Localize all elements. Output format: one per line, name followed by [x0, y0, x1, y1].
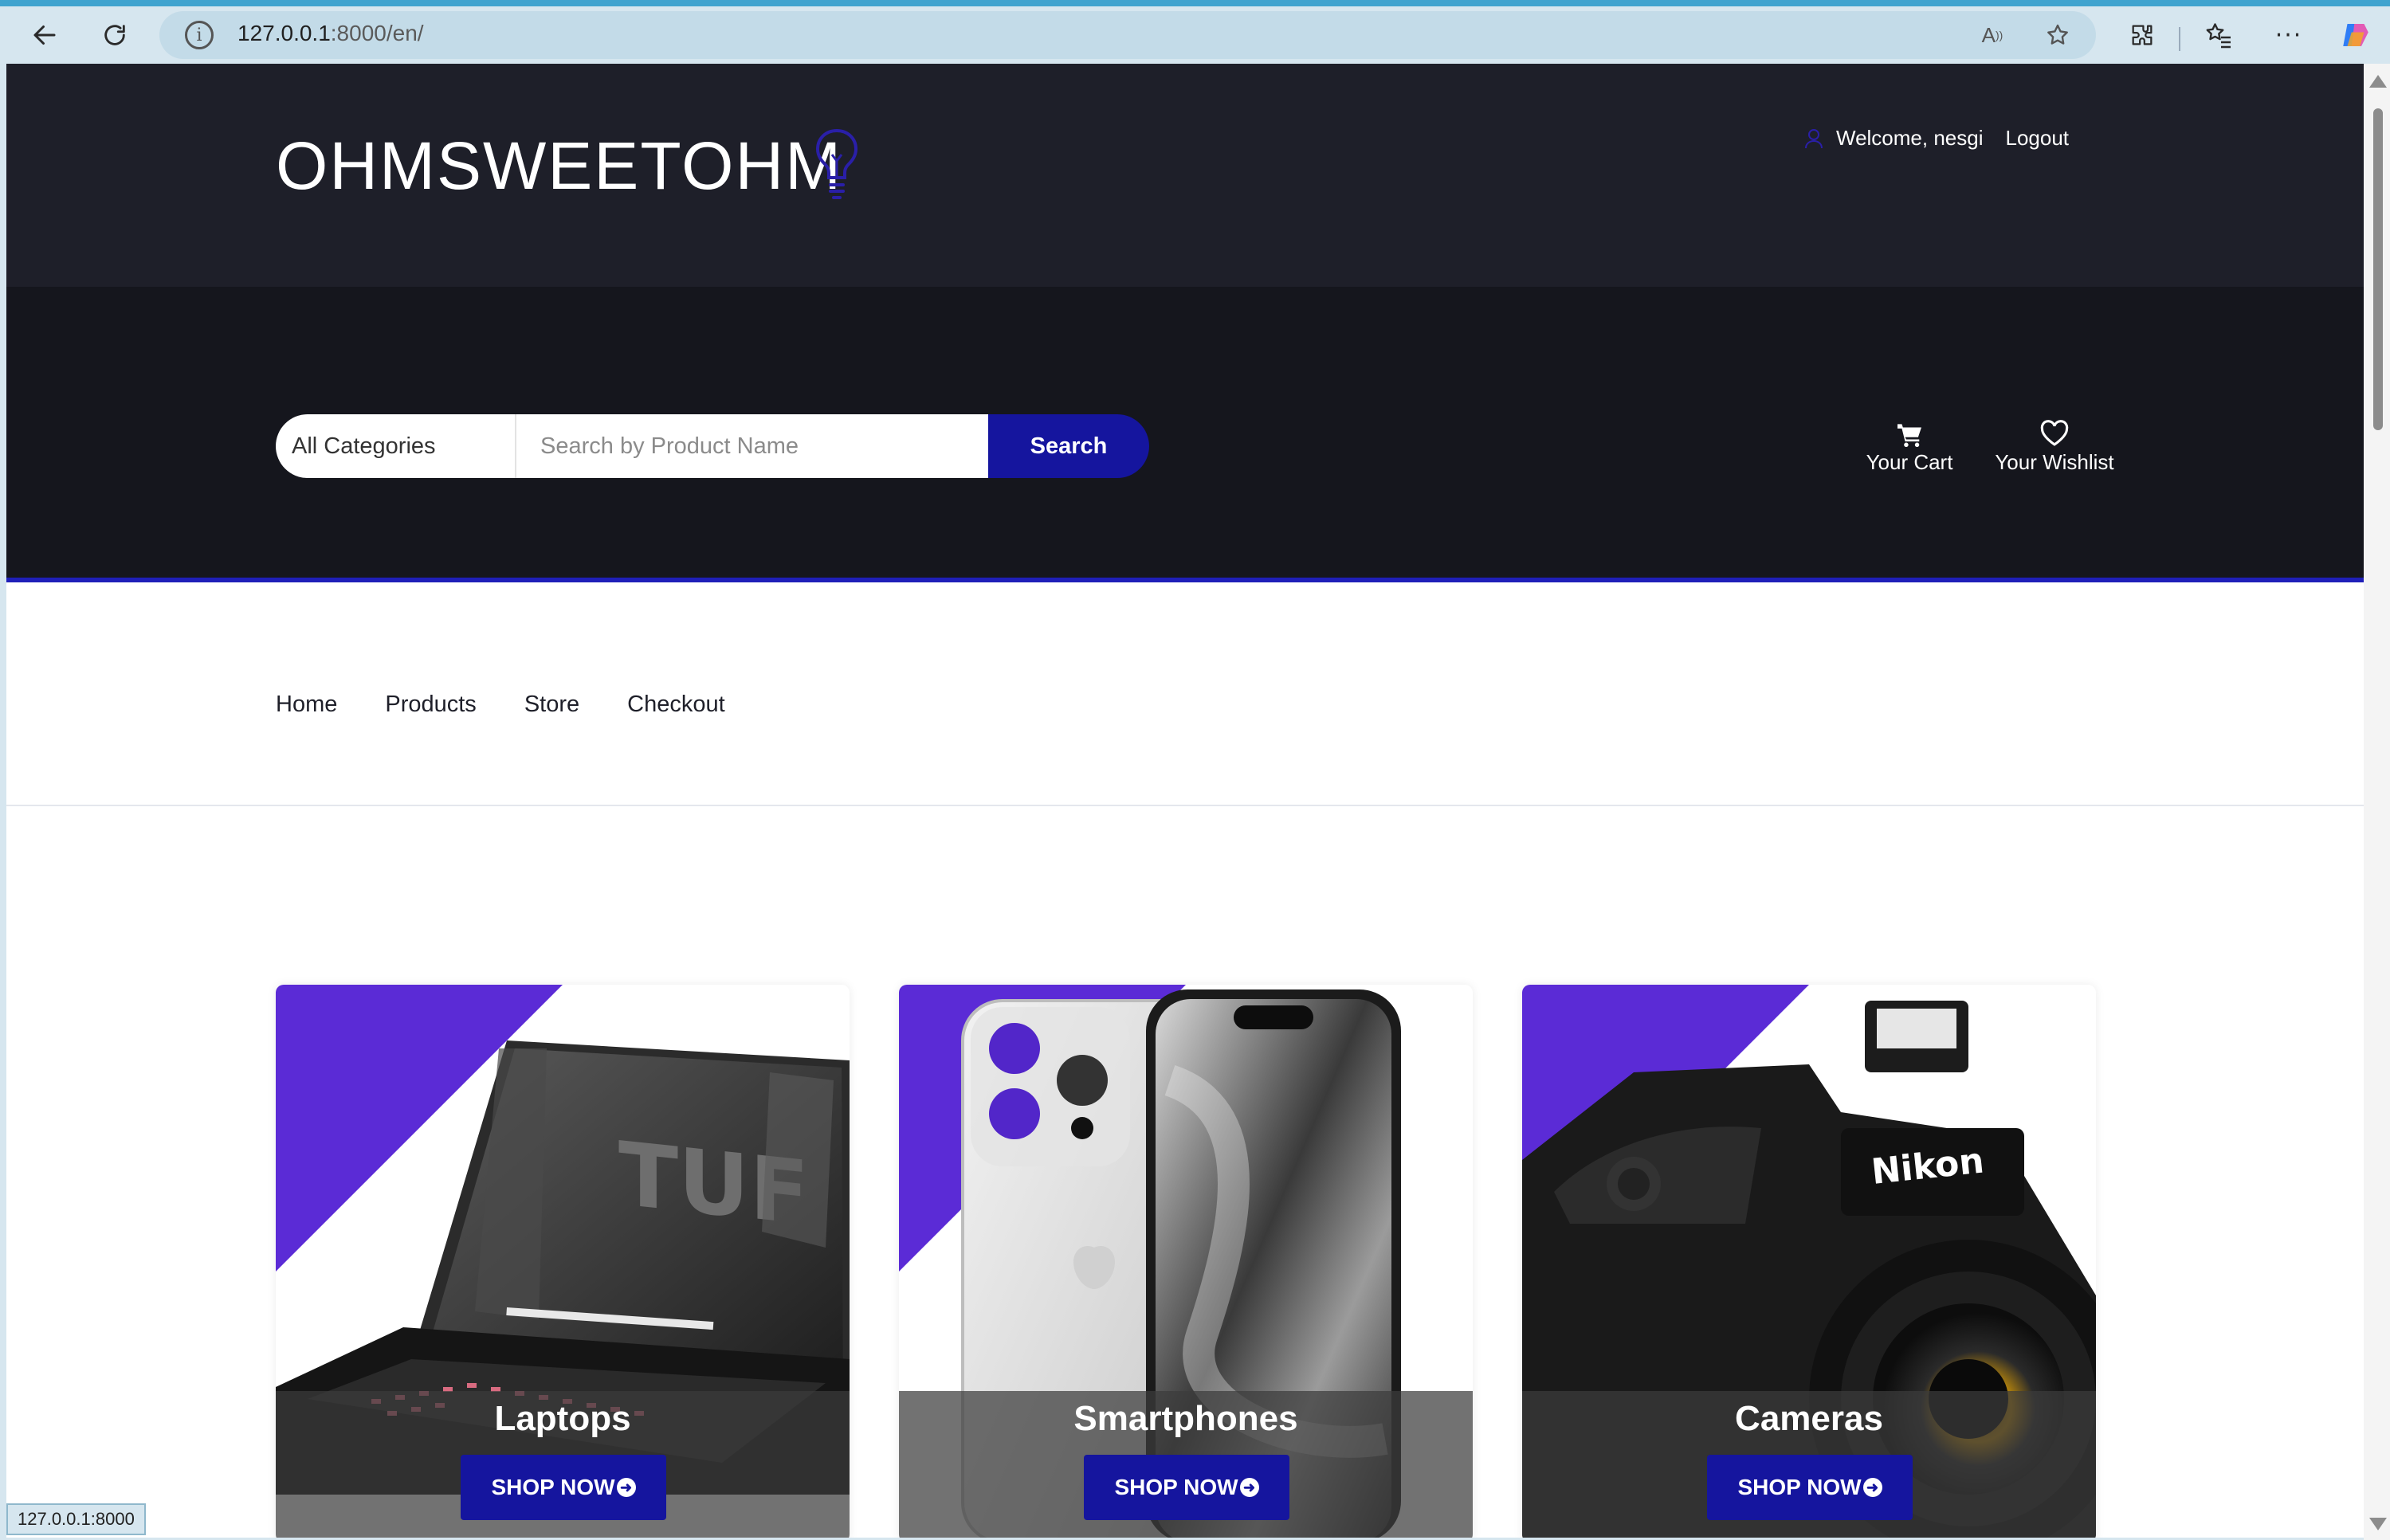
- arrow-circle-right-icon: ➜: [616, 1478, 636, 1497]
- read-aloud-icon[interactable]: A)): [1975, 18, 2010, 53]
- main-nav: Home Products Store Checkout: [276, 692, 773, 718]
- cart-icon: [1897, 424, 1921, 447]
- search-form: All Categories Search: [276, 414, 1149, 478]
- category-card-smartphones[interactable]: Smartphones SHOP NOW ➜: [899, 985, 1473, 1538]
- reload-icon[interactable]: [94, 14, 135, 56]
- card-title: Cameras: [1735, 1399, 1883, 1438]
- welcome-text: Welcome, nesgi: [1836, 126, 1984, 150]
- shop-now-button[interactable]: SHOP NOW ➜: [461, 1455, 666, 1520]
- scroll-up-arrow-icon[interactable]: [2369, 75, 2387, 88]
- card-title: Laptops: [494, 1399, 631, 1438]
- nav-products[interactable]: Products: [385, 692, 476, 718]
- search-button[interactable]: Search: [988, 414, 1149, 478]
- favorites-icon[interactable]: [2198, 14, 2239, 56]
- card-title: Smartphones: [1073, 1399, 1298, 1438]
- shop-now-button[interactable]: SHOP NOW ➜: [1084, 1455, 1289, 1520]
- extensions-icon[interactable]: [2121, 14, 2163, 56]
- address-url: 127.0.0.1:8000/en/: [237, 21, 424, 45]
- lightbulb-icon: [815, 128, 858, 199]
- arrow-circle-right-icon: ➜: [1862, 1478, 1882, 1497]
- browser-toolbar: i 127.0.0.1:8000/en/ A)) ···: [0, 6, 2390, 62]
- wishlist-action[interactable]: Your Wishlist: [1983, 412, 2126, 475]
- heart-icon: [2040, 420, 2069, 446]
- header-accent-line: [6, 578, 2364, 582]
- category-card-cameras[interactable]: Nikon Cameras SHOP NOW ➜: [1522, 985, 2096, 1538]
- site-logo[interactable]: OHMSWEETOHM: [276, 127, 842, 205]
- browser-top-border: [0, 0, 2390, 6]
- status-url-bubble: 127.0.0.1:8000: [6, 1503, 146, 1535]
- copilot-icon[interactable]: [2335, 14, 2376, 56]
- logout-link[interactable]: Logout: [2006, 126, 2070, 151]
- nav-home[interactable]: Home: [276, 692, 337, 718]
- favorite-star-icon[interactable]: [2040, 18, 2075, 53]
- wishlist-label: Your Wishlist: [1995, 450, 2114, 474]
- category-card-laptops[interactable]: TUF Laptops SHOP NOW ➜: [276, 985, 850, 1538]
- category-select[interactable]: All Categories: [276, 414, 516, 478]
- cart-action[interactable]: Your Cart: [1854, 412, 1965, 475]
- scroll-down-arrow-icon[interactable]: [2369, 1518, 2387, 1530]
- address-bar[interactable]: i 127.0.0.1:8000/en/ A)): [159, 11, 2096, 59]
- vertical-scrollbar[interactable]: [2364, 64, 2390, 1540]
- user-icon: [1805, 128, 1823, 148]
- header-top: OHMSWEETOHM Welcome, nesgi Logout: [6, 64, 2364, 287]
- site-info-icon[interactable]: i: [185, 21, 214, 49]
- nav-divider: [6, 805, 2364, 806]
- back-arrow-icon[interactable]: [24, 14, 65, 56]
- scrollbar-thumb[interactable]: [2373, 108, 2383, 430]
- nav-checkout[interactable]: Checkout: [627, 692, 725, 718]
- more-options-icon[interactable]: ···: [2268, 14, 2310, 56]
- cart-label: Your Cart: [1866, 450, 1953, 474]
- page-viewport: OHMSWEETOHM Welcome, nesgi Logout All Ca…: [6, 64, 2364, 1538]
- arrow-circle-right-icon: ➜: [1239, 1478, 1259, 1497]
- nav-store[interactable]: Store: [524, 692, 579, 718]
- toolbar-separator: [2179, 27, 2180, 51]
- search-input[interactable]: [516, 414, 988, 478]
- header-account-links: Welcome, nesgi Logout: [1804, 126, 2069, 151]
- shop-now-button[interactable]: SHOP NOW ➜: [1707, 1455, 1913, 1520]
